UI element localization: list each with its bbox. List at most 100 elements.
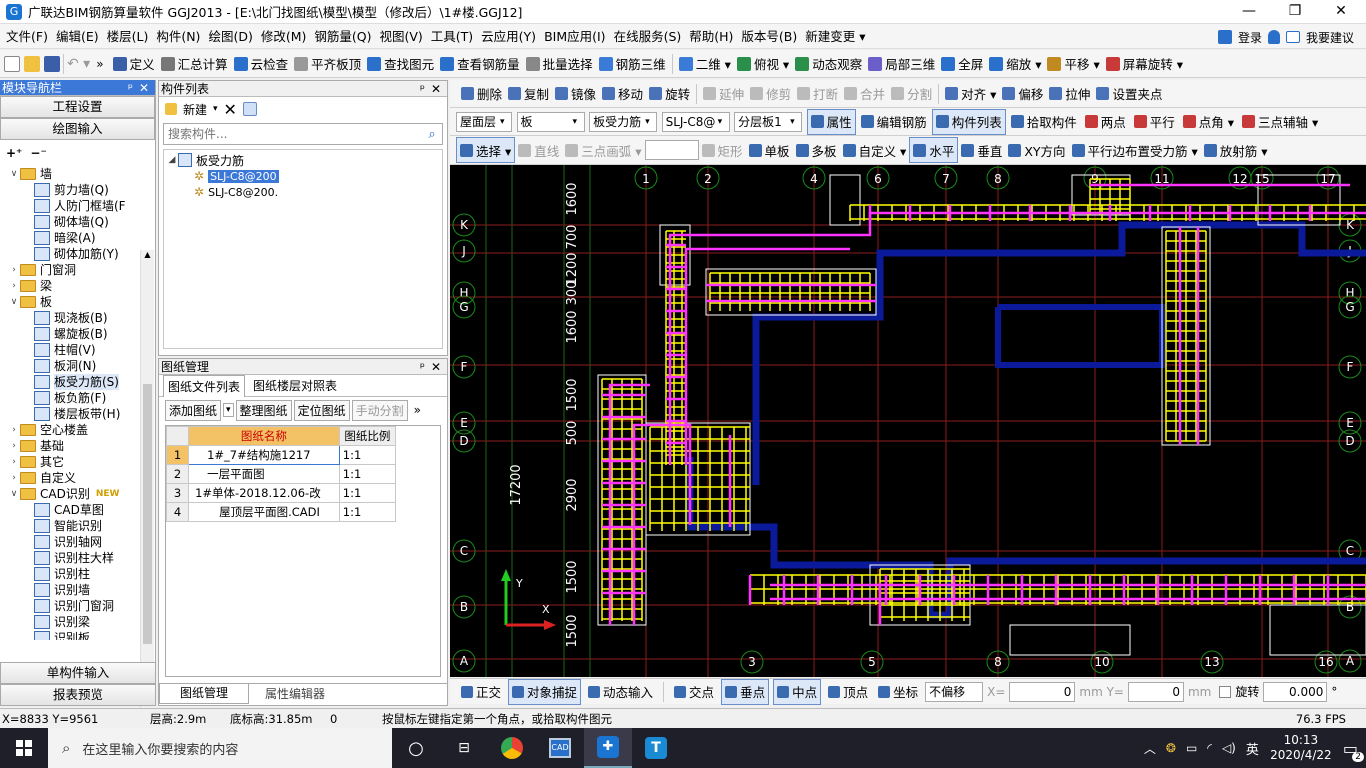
component-tool-button[interactable]: 点角 ▾: [1180, 109, 1237, 135]
edit-button[interactable]: 复制: [505, 81, 552, 107]
draw-tool-button[interactable]: 三点画弧 ▾: [562, 137, 644, 163]
collapse-arrow-icon[interactable]: ∨: [8, 294, 20, 310]
edit-button[interactable]: 延伸: [700, 81, 747, 107]
ime-indicator[interactable]: 英: [1246, 739, 1259, 758]
nav-item[interactable]: 识别梁: [4, 614, 155, 630]
snap-button[interactable]: 交点: [671, 679, 717, 705]
close-button[interactable]: ✕: [1318, 0, 1364, 24]
nav-folder[interactable]: › 基础: [4, 438, 155, 454]
table-row[interactable]: 2 一层平面图 1:1: [166, 464, 397, 484]
edit-button[interactable]: 旋转: [646, 81, 693, 107]
table-row[interactable]: 1 1#_7#结构施1217 1:1: [166, 445, 397, 465]
organize-drawing-button[interactable]: 整理图纸: [235, 399, 292, 421]
nav-item[interactable]: 智能识别: [4, 518, 155, 534]
draw-tool-button[interactable]: 多板: [793, 137, 840, 163]
tab-drawing-files[interactable]: 图纸文件列表: [163, 374, 246, 397]
expand-arrow-icon[interactable]: ›: [8, 262, 20, 278]
collapse-arrow-icon[interactable]: ∨: [8, 486, 20, 502]
draw-tool-button[interactable]: 选择 ▾: [456, 137, 516, 163]
toolbar-button[interactable]: 动态观察: [792, 51, 865, 77]
edit-button[interactable]: 镜像: [552, 81, 599, 107]
single-component-button[interactable]: 单构件输入: [0, 662, 156, 684]
menu-item[interactable]: 在线服务(S): [610, 24, 686, 49]
menu-item[interactable]: 编辑(E): [52, 24, 103, 49]
new-file-icon[interactable]: [4, 55, 20, 72]
nav-item[interactable]: 板洞(N): [4, 358, 155, 374]
toolbar-button[interactable]: 平移 ▾: [1044, 51, 1102, 77]
nav-item[interactable]: 现浇板(B): [4, 310, 155, 326]
manual-split-button[interactable]: 手动分割: [351, 399, 408, 421]
offset-select[interactable]: 不偏移: [925, 681, 984, 702]
notification-icon[interactable]: ▭ 2: [1343, 739, 1364, 762]
restore-button[interactable]: ❐: [1272, 0, 1318, 24]
snap-button[interactable]: 正交: [458, 679, 504, 705]
draw-tool-button[interactable]: 矩形: [699, 137, 746, 163]
toolbar-button[interactable]: 俯视 ▾: [734, 51, 792, 77]
nav-folder[interactable]: ∨ CAD识别 NEW: [4, 486, 155, 502]
expand-arrow-icon[interactable]: ›: [8, 454, 20, 470]
undo-icon[interactable]: ↶ ▾: [67, 56, 90, 72]
nav-item[interactable]: 板受力筋(S): [4, 374, 155, 390]
draw-tool-button[interactable]: 平行边布置受力筋 ▾: [1069, 137, 1201, 163]
component-tool-button[interactable]: 三点辅轴 ▾: [1239, 109, 1321, 135]
toolbar-button[interactable]: 平齐板顶: [291, 51, 364, 77]
tray-chevron-icon[interactable]: ︿: [1144, 740, 1156, 757]
nav-folder[interactable]: › 空心楼盖: [4, 422, 155, 438]
new-component-button[interactable]: 新建: [183, 101, 207, 118]
menu-item[interactable]: 工具(T): [427, 24, 477, 49]
nav-folder[interactable]: › 门窗洞: [4, 262, 155, 278]
locate-drawing-button[interactable]: 定位图纸: [293, 399, 350, 421]
y-offset-input[interactable]: 0: [1127, 681, 1184, 702]
toolbar-button[interactable]: 汇总计算: [158, 51, 231, 77]
taskbar-search[interactable]: ⌕ 在这里输入你要搜索的内容: [48, 728, 392, 768]
nav-item[interactable]: 识别轴网: [4, 534, 155, 550]
component-group[interactable]: 板受力筋: [196, 152, 244, 169]
draw-tool-button[interactable]: 放射筋 ▾: [1201, 137, 1271, 163]
component-tool-button[interactable]: 属性: [806, 108, 856, 135]
nav-item[interactable]: 识别柱: [4, 566, 155, 582]
toolbar-button[interactable]: 局部三维: [865, 51, 938, 77]
component-item-selected[interactable]: SLJ-C8@200: [208, 169, 279, 183]
nav-item[interactable]: 剪力墙(Q): [4, 182, 155, 198]
cad-drawing[interactable]: K KJ JH HG GF FE ED DC CB BA A1 2 4 6 7 8 9 11 12 15 173 5 8 10…: [450, 165, 1366, 677]
cad-app-icon[interactable]: CAD: [536, 738, 584, 758]
menu-item[interactable]: 绘图(D): [204, 24, 256, 49]
menu-item[interactable]: 楼层(L): [103, 24, 153, 49]
toolbar-button[interactable]: 屏幕旋转 ▾: [1103, 51, 1186, 77]
nav-item[interactable]: 识别墙: [4, 582, 155, 598]
menu-item[interactable]: 云应用(Y): [477, 24, 540, 49]
toolbar-button[interactable]: 钢筋三维: [596, 51, 669, 77]
component-tool-button[interactable]: 两点: [1082, 109, 1129, 135]
collapse-all-icon[interactable]: −⁻: [30, 146, 46, 160]
expand-collapse-controls[interactable]: +⁺ −⁻: [0, 140, 155, 166]
component-search-input[interactable]: [164, 125, 422, 143]
nav-item[interactable]: 人防门框墙(F: [4, 198, 155, 214]
draw-tool-button[interactable]: 自定义 ▾: [840, 137, 910, 163]
tray-app-icon[interactable]: ❂: [1166, 741, 1176, 755]
snap-button[interactable]: 坐标: [875, 679, 921, 705]
draw-tool-button[interactable]: 水平: [909, 137, 959, 163]
menu-item[interactable]: 修改(M): [257, 24, 311, 49]
edit-button[interactable]: 拉伸: [1046, 81, 1093, 107]
edit-button[interactable]: 移动: [599, 81, 646, 107]
snap-button[interactable]: 中点: [773, 678, 822, 705]
arc-mode-select[interactable]: [644, 140, 699, 160]
draw-tool-button[interactable]: 直线: [515, 137, 562, 163]
toolbar-button[interactable]: 查看钢筋量: [437, 51, 523, 77]
network-icon[interactable]: ◜: [1207, 741, 1212, 755]
edit-button[interactable]: 合并: [841, 81, 888, 107]
toolbar-button[interactable]: 定义: [110, 51, 158, 77]
component-tool-button[interactable]: 编辑钢筋: [858, 109, 930, 135]
menu-item[interactable]: 新建变更 ▾: [801, 24, 869, 49]
collapse-arrow-icon[interactable]: ∨: [8, 166, 20, 182]
drawing-canvas[interactable]: K K J J H H G G F F E E D D C C B B A A 1 2 4 6 7 8 9 11 12 15 17 3 5 8 10…: [450, 165, 1366, 677]
search-icon[interactable]: ⌕: [422, 127, 442, 142]
toolbar-button[interactable]: 缩放 ▾: [986, 51, 1044, 77]
draw-tool-button[interactable]: 单板: [746, 137, 793, 163]
nav-item[interactable]: 识别门窗洞: [4, 598, 155, 614]
edit-button[interactable]: 删除: [458, 81, 505, 107]
edit-button[interactable]: 设置夹点: [1093, 81, 1165, 107]
edit-button[interactable]: 打断: [794, 81, 841, 107]
toolbar-button[interactable]: 云检查: [231, 51, 292, 77]
menu-item[interactable]: 视图(V): [375, 24, 426, 49]
